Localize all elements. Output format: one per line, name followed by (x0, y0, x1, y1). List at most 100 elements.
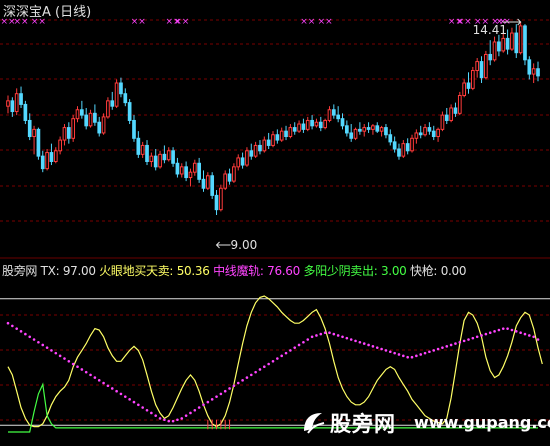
candle (262, 136, 267, 153)
series-point (471, 336, 475, 340)
series-point (423, 351, 427, 355)
series-point (37, 340, 40, 344)
candle (436, 127, 440, 142)
candle (345, 120, 349, 137)
series-point (132, 400, 136, 404)
series-point (410, 355, 414, 359)
series-point (154, 414, 158, 417)
candle (488, 40, 493, 66)
candle (414, 129, 419, 144)
series-point (462, 339, 466, 343)
series-point (367, 343, 370, 347)
candle (179, 163, 184, 178)
series-point (519, 331, 522, 335)
series-point (523, 332, 527, 336)
candle (297, 120, 301, 133)
candle (119, 77, 123, 98)
series-point (419, 353, 423, 356)
series-point (176, 418, 179, 422)
candle (201, 170, 206, 192)
candle (219, 184, 223, 212)
indicator-panel (0, 295, 550, 433)
candle (279, 127, 284, 142)
candle (340, 113, 345, 130)
legend-zhongxian: 中线魔轨: 76.60 (213, 264, 300, 278)
candle (205, 172, 210, 191)
series-point (45, 346, 49, 349)
candle (492, 36, 497, 62)
series-point (97, 379, 101, 382)
series-point (328, 331, 331, 335)
candle (210, 172, 215, 199)
series-point (71, 362, 75, 366)
series-point (232, 384, 236, 388)
candle (497, 34, 501, 57)
series-point (123, 395, 127, 398)
series-point (171, 419, 175, 423)
series-point (67, 359, 71, 363)
candle (162, 145, 167, 164)
series-point (484, 332, 488, 336)
candle (10, 97, 15, 117)
candle (466, 72, 471, 94)
series-point (497, 328, 501, 332)
series-point (280, 354, 283, 358)
legend-duoyang: 多阳少阴卖出: 3.00 (303, 264, 407, 278)
candle (158, 150, 162, 169)
series-point (332, 332, 336, 336)
signal-mark: ×× (131, 17, 146, 27)
candle (327, 106, 332, 123)
series-point (15, 327, 18, 330)
candle (410, 134, 414, 153)
candle (249, 143, 254, 160)
series-point (63, 357, 66, 360)
series-point (241, 379, 244, 382)
series-point (341, 335, 344, 339)
series-point (397, 353, 401, 356)
series-point (32, 338, 36, 341)
legend-kuaiqiang: 快枪: 0.00 (410, 264, 467, 278)
series-point (50, 349, 53, 352)
series-point (145, 408, 149, 412)
series-point (141, 406, 144, 409)
candle (310, 115, 314, 130)
indicator-name: 股旁网 (2, 264, 38, 278)
candle (388, 129, 393, 146)
candle (284, 125, 288, 141)
candle (271, 131, 275, 148)
candle (253, 141, 258, 158)
candle (40, 150, 45, 173)
series-point (223, 389, 227, 393)
candle (127, 99, 132, 125)
series-point (41, 343, 45, 347)
series-point (284, 351, 288, 355)
candle (449, 104, 453, 123)
series-point (358, 340, 362, 344)
candle (318, 116, 323, 132)
chart-window: ×× ×× ×× ×× ×× ×× ×× ×× ×× ×× ×× ×× ×× 14.41 9.00 深深宝… (0, 0, 550, 446)
series-point (202, 403, 205, 407)
candle (132, 115, 136, 142)
candle (71, 115, 76, 142)
series-point (315, 334, 318, 337)
series-point (215, 395, 218, 398)
series-point (128, 398, 131, 401)
series-point (89, 373, 92, 377)
series-point (106, 384, 110, 388)
series-point (432, 349, 436, 352)
series-point (336, 334, 340, 337)
candle (375, 122, 380, 133)
candle (223, 170, 228, 191)
candle (323, 118, 327, 130)
candle (275, 129, 280, 144)
series-point (362, 342, 366, 345)
series-point (428, 350, 431, 354)
candle (136, 131, 141, 158)
series-point (206, 400, 210, 404)
candle (423, 124, 427, 137)
candle (258, 140, 262, 155)
series-point (289, 349, 292, 352)
candle (305, 116, 310, 132)
candle (536, 61, 540, 82)
candle (457, 91, 462, 116)
